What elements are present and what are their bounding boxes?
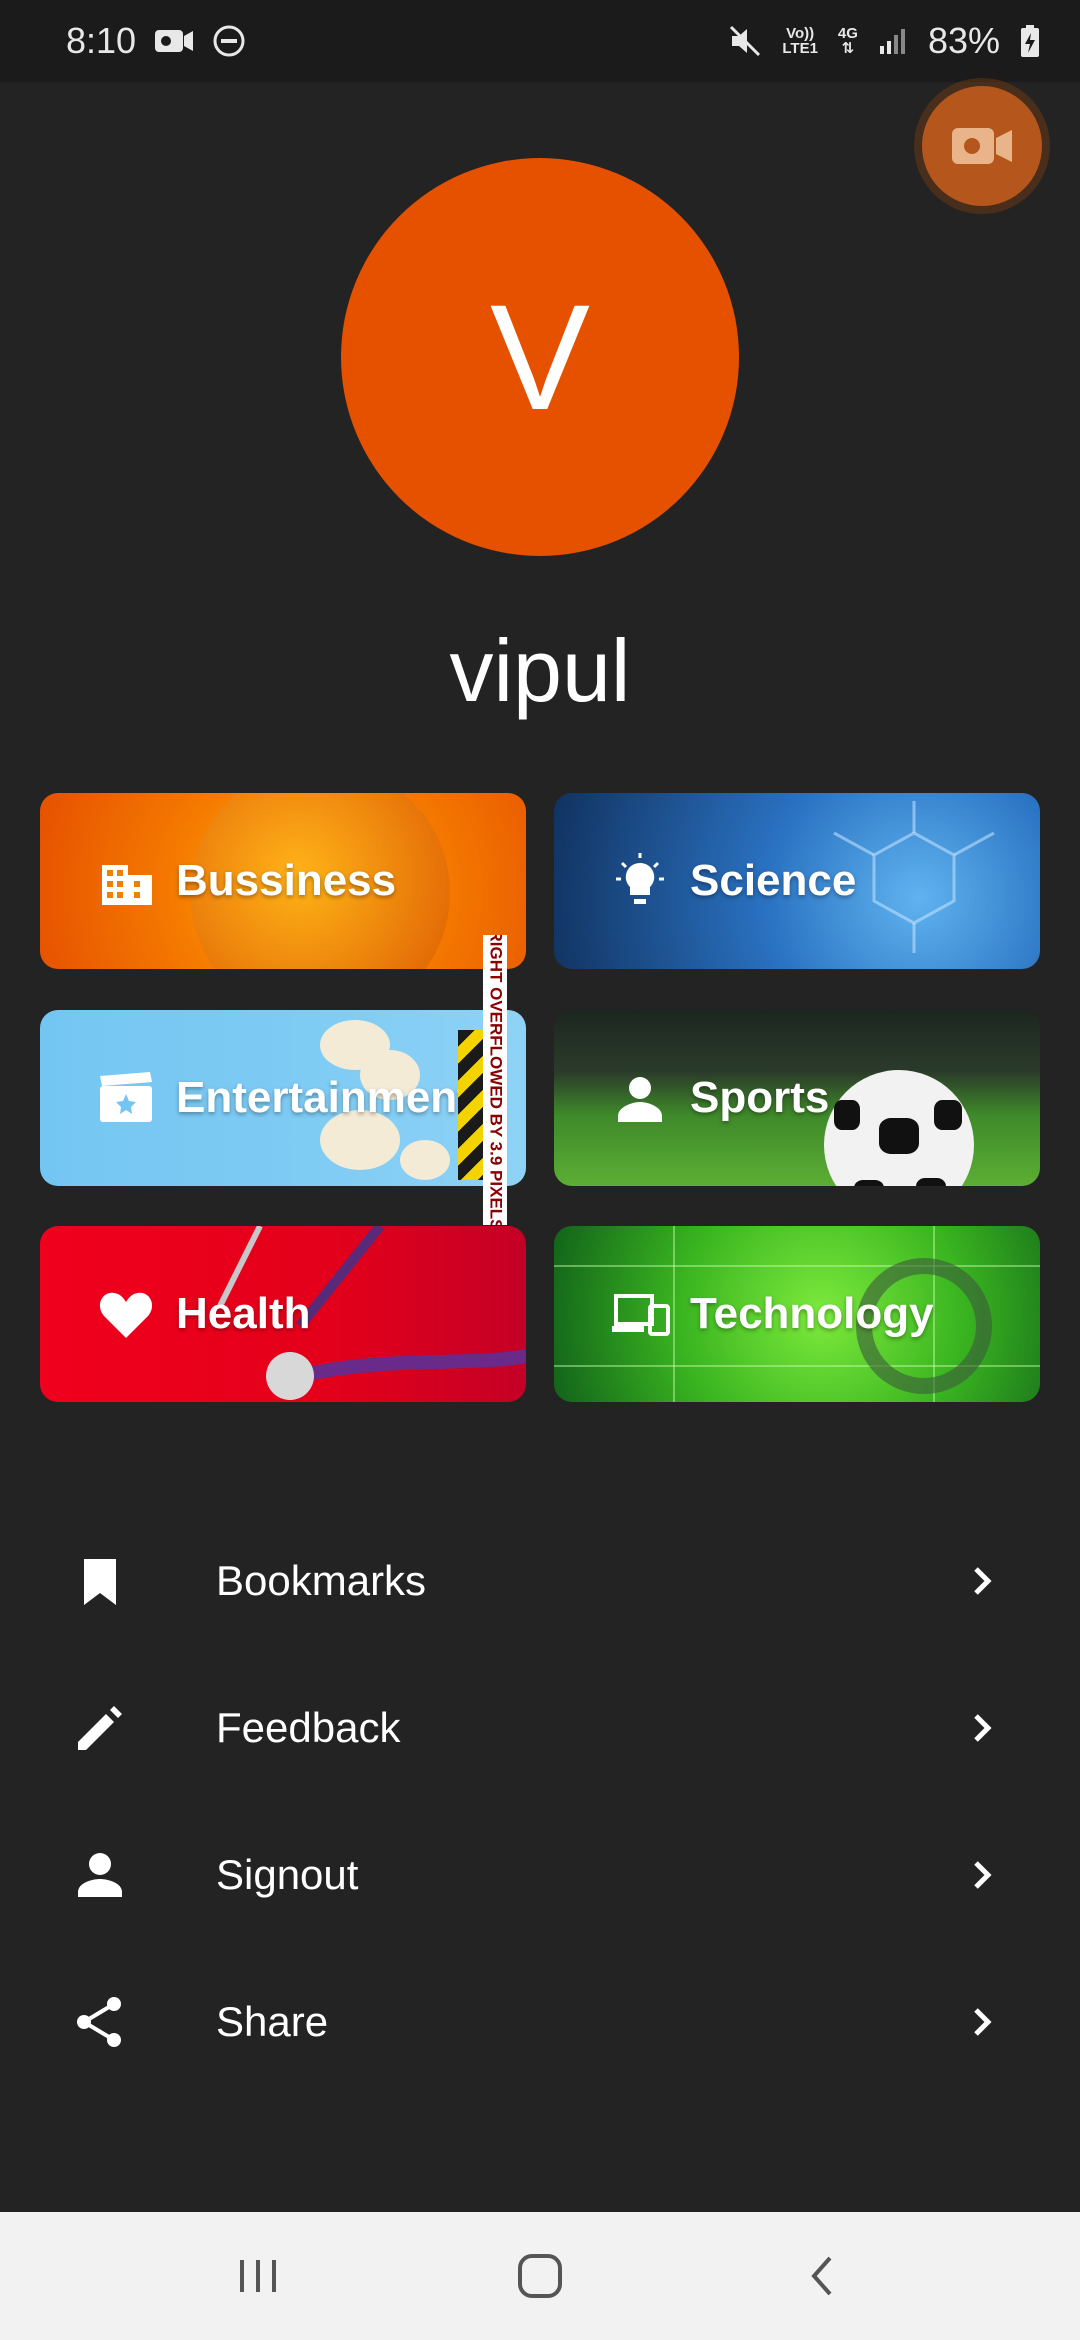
category-tile-entertainment[interactable]: Entertainment <box>40 1010 526 1186</box>
category-label: Health <box>176 1289 311 1338</box>
network-type-label: 4G <box>837 25 858 42</box>
status-time: 8:10 <box>66 20 137 61</box>
user-name: vipul <box>449 621 631 720</box>
avatar-initial: V <box>489 272 591 441</box>
recent-apps-button[interactable] <box>228 2246 288 2306</box>
overflow-warning-text: RIGHT OVERFLOWED BY 3.9 PIXELS <box>486 935 506 1225</box>
do-not-disturb-icon <box>212 24 246 58</box>
pencil-icon <box>78 1706 122 1750</box>
category-tile-science[interactable]: Science <box>554 793 1040 969</box>
person-icon <box>78 1853 122 1897</box>
category-label: Sports <box>690 1073 830 1122</box>
back-icon <box>811 2256 832 2296</box>
avatar[interactable]: V <box>341 158 739 556</box>
screen-record-button[interactable] <box>922 86 1042 206</box>
signal-icon <box>878 26 908 56</box>
menu-item-label: Feedback <box>216 1704 401 1751</box>
overflow-warning-stripe <box>458 1030 484 1180</box>
business-icon <box>102 865 152 905</box>
devices-icon <box>612 1294 670 1336</box>
mute-icon <box>728 24 762 58</box>
category-label: Entertainment <box>176 1073 472 1122</box>
soccer-ball-image <box>824 1070 974 1186</box>
ball-patch <box>854 1180 884 1186</box>
home-button[interactable] <box>510 2246 570 2306</box>
data-arrows-icon: ⇅ <box>841 40 855 57</box>
volte-indicator: Vo)) LTE1 <box>782 26 818 56</box>
volte-label: Vo)) <box>786 25 815 42</box>
category-tile-health[interactable]: Health <box>40 1226 526 1402</box>
ball-patch <box>879 1118 919 1154</box>
menu-item-feedback[interactable]: Feedback <box>0 1658 1080 1798</box>
bookmark-icon <box>84 1559 116 1605</box>
chevron-right-icon <box>974 1714 992 1742</box>
category-label: Science <box>690 856 857 905</box>
chevron-right-icon <box>974 1567 992 1595</box>
home-icon <box>518 2254 562 2298</box>
category-label: Bussiness <box>176 856 397 905</box>
popcorn-image <box>400 1140 450 1180</box>
menu-item-label: Share <box>216 1998 329 2045</box>
system-nav-bar <box>0 2212 1080 2340</box>
ball-patch <box>834 1100 860 1130</box>
battery-charging-icon <box>1020 24 1040 58</box>
menu-item-label: Signout <box>216 1851 359 1898</box>
profile-screen: 8:10 Vo)) LTE1 4G ⇅ 83% V vipul Bussines… <box>0 0 1080 2340</box>
category-tile-technology[interactable]: Technology <box>554 1226 1040 1402</box>
person-icon <box>618 1077 662 1122</box>
category-label: Technology <box>690 1289 934 1338</box>
category-tile-business[interactable]: Bussiness <box>40 793 526 969</box>
share-icon <box>77 1997 121 2047</box>
menu-item-bookmarks[interactable]: Bookmarks <box>0 1511 1080 1651</box>
menu-item-signout[interactable]: Signout <box>0 1805 1080 1945</box>
ball-patch <box>934 1100 962 1130</box>
chevron-right-icon <box>974 1861 992 1889</box>
network-type-indicator: 4G ⇅ <box>838 26 858 56</box>
back-button[interactable] <box>792 2246 852 2306</box>
menu-item-label: Bookmarks <box>216 1557 427 1604</box>
lightbulb-icon <box>616 853 664 904</box>
ball-patch <box>916 1178 946 1186</box>
movie-icon <box>100 1072 152 1122</box>
heart-icon <box>99 1292 153 1338</box>
menu-item-share[interactable]: Share <box>0 1952 1080 2092</box>
overflow-warning-banner: RIGHT OVERFLOWED BY 3.9 PIXELS <box>483 935 507 1225</box>
chevron-right-icon <box>974 2008 992 2036</box>
lte-label: LTE1 <box>782 40 818 57</box>
battery-percent: 83% <box>927 20 1000 61</box>
video-camera-icon <box>952 128 1012 164</box>
category-tile-sports[interactable]: Sports <box>554 1010 1040 1186</box>
video-camera-icon <box>154 26 194 56</box>
recent-apps-icon <box>240 2260 276 2292</box>
status-bar: 8:10 Vo)) LTE1 4G ⇅ 83% <box>0 0 1080 82</box>
